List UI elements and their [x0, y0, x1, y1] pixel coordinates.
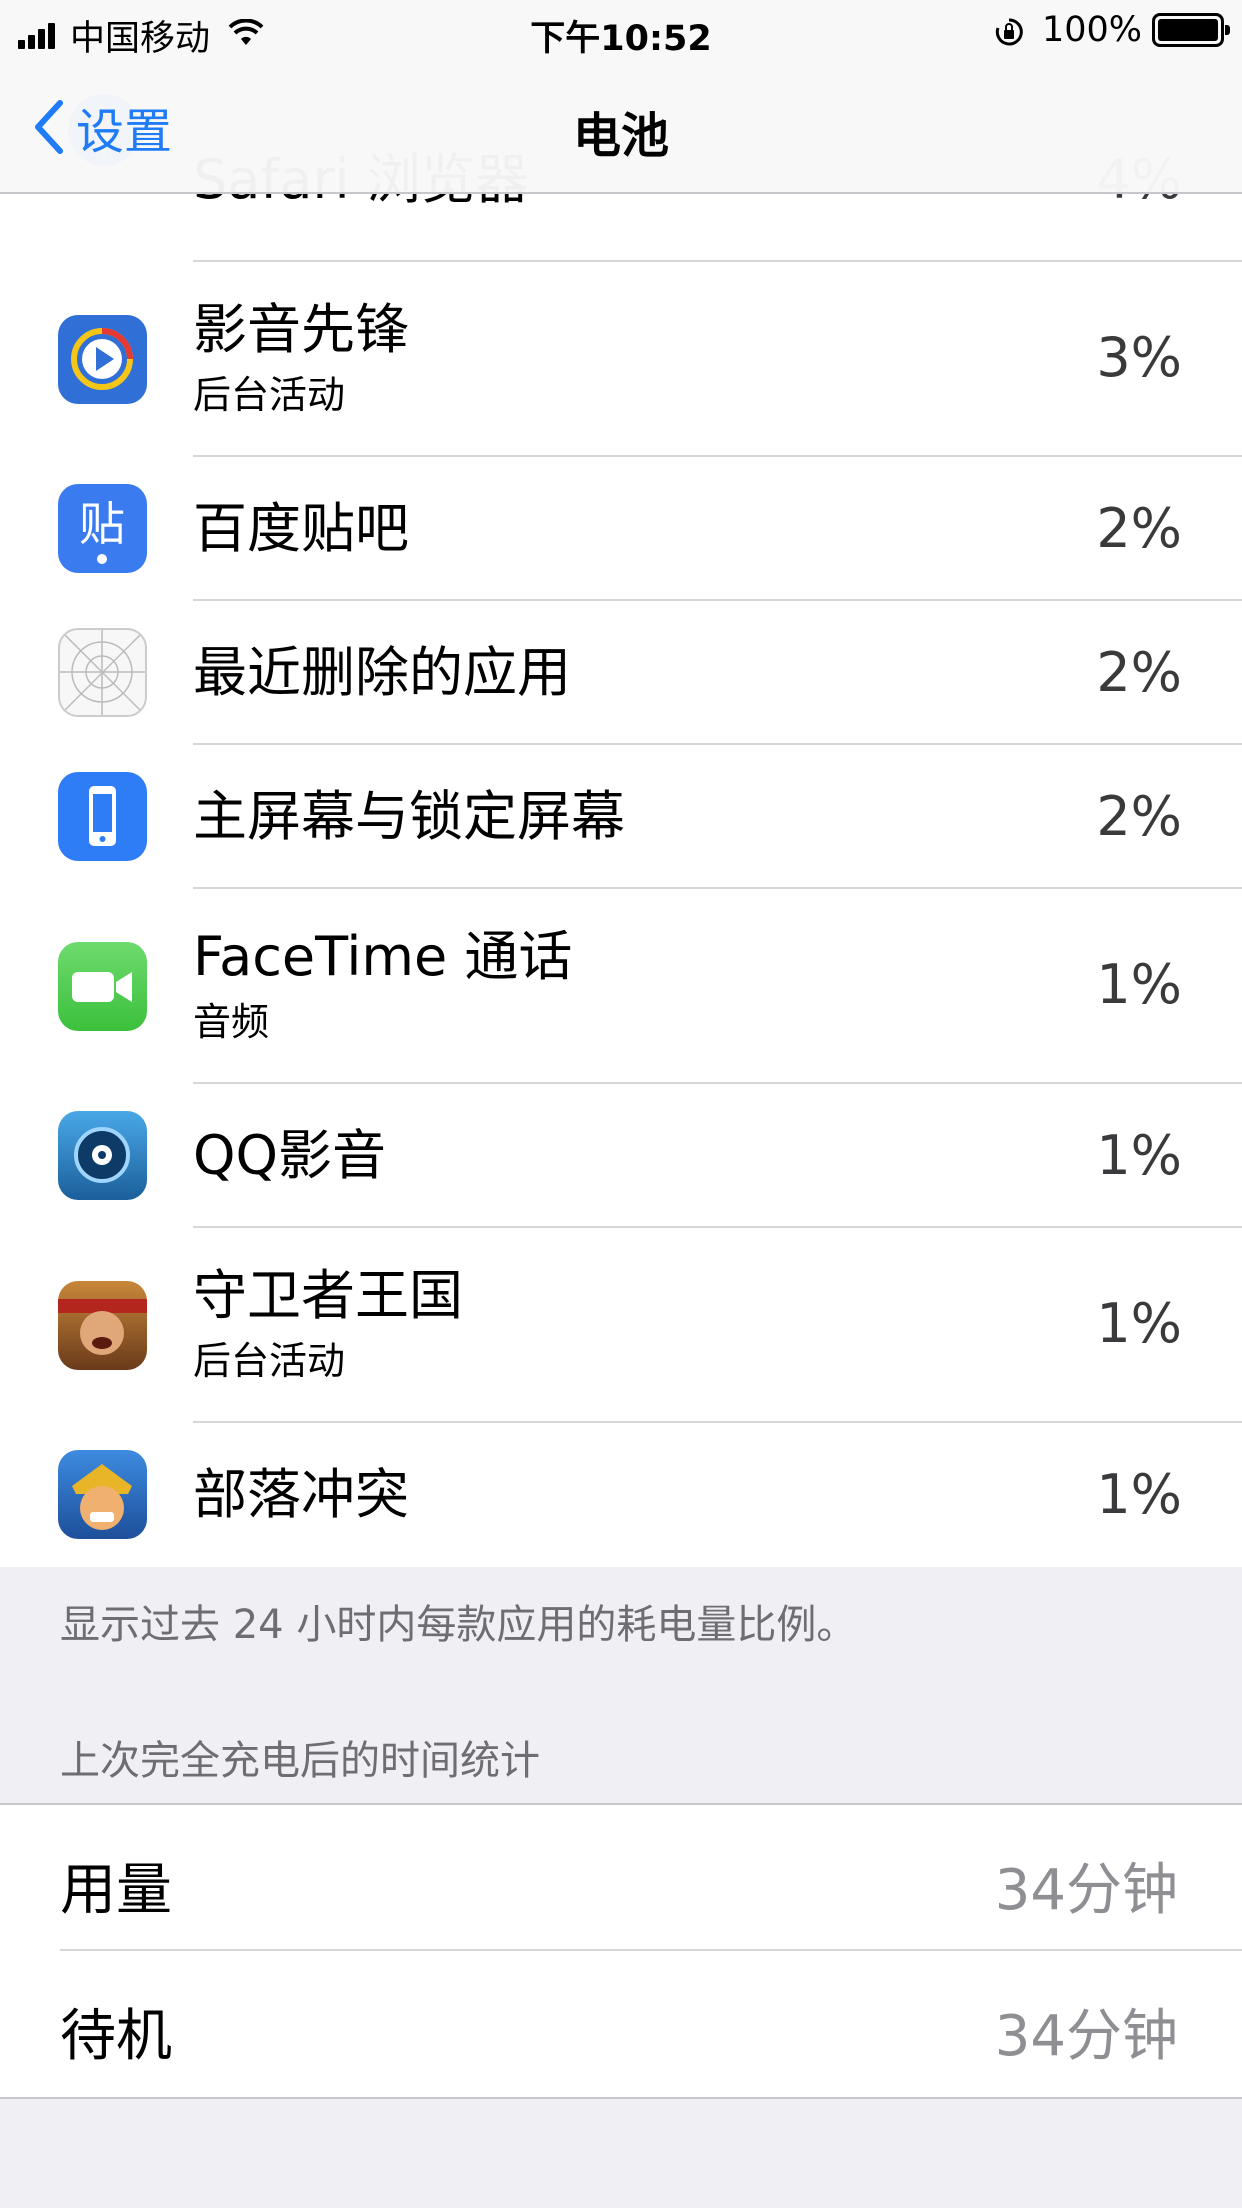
facetime-icon	[58, 942, 147, 1031]
app-name: 最近删除的应用	[193, 641, 571, 704]
game-warrior-icon	[58, 1281, 147, 1370]
deleted-app-icon	[58, 628, 147, 717]
battery-level-fill	[1158, 19, 1218, 41]
svg-text:贴: 贴	[79, 497, 125, 551]
section-header: 上次完全充电后的时间统计	[60, 1738, 540, 1784]
app-name: 百度贴吧	[193, 497, 409, 560]
clash-of-clans-icon	[58, 1450, 147, 1539]
stat-label: 待机	[60, 2004, 172, 2069]
app-percent: 3%	[1096, 326, 1182, 389]
app-percent: 2%	[1096, 497, 1182, 560]
list-item[interactable]: 最近删除的应用 2%	[0, 601, 1242, 745]
time-stats-group: 用量 34分钟 待机 34分钟	[0, 1803, 1242, 2099]
stat-value: 34分钟	[994, 1858, 1178, 1923]
stat-row-usage: 用量 34分钟	[0, 1805, 1242, 1951]
list-item[interactable]: 主屏幕与锁定屏幕 2%	[0, 745, 1242, 889]
status-bar: 中国移动 下午10:52 100%	[0, 0, 1242, 60]
stat-value: 34分钟	[994, 2004, 1178, 2069]
stat-label: 用量	[60, 1858, 172, 1923]
app-percent: 1%	[1096, 1124, 1182, 1187]
video-player-icon	[58, 315, 147, 404]
top-bar: 中国移动 下午10:52 100% 设置 电池	[0, 0, 1242, 194]
battery-usage-list: Safari 浏览器 4% 影音先锋 后台活动 3% 贴	[0, 84, 1242, 1567]
list-item[interactable]: FaceTime 通话 音频 1%	[0, 889, 1242, 1084]
list-item[interactable]: 贴 百度贴吧 2%	[0, 457, 1242, 601]
list-item[interactable]: QQ影音 1%	[0, 1084, 1242, 1228]
app-percent: 2%	[1096, 785, 1182, 848]
list-item[interactable]: 部落冲突 1%	[0, 1423, 1242, 1567]
app-subtitle: 音频	[193, 1000, 270, 1044]
app-name: 部落冲突	[193, 1463, 409, 1526]
list-item[interactable]: 守卫者王国 后台活动 1%	[0, 1228, 1242, 1423]
rotation-lock-icon	[994, 15, 1024, 46]
app-name: 守卫者王国	[193, 1264, 463, 1327]
stat-row-standby: 待机 34分钟	[0, 1951, 1242, 2097]
app-subtitle: 后台活动	[193, 1339, 346, 1383]
phone-screen-icon	[58, 772, 147, 861]
app-name: FaceTime 通话	[193, 925, 573, 988]
app-percent: 1%	[1096, 953, 1182, 1016]
app-name: QQ影音	[193, 1124, 387, 1187]
usage-footnote: 显示过去 24 小时内每款应用的耗电量比例。	[60, 1602, 857, 1648]
app-name: 主屏幕与锁定屏幕	[193, 785, 625, 848]
app-name: 影音先锋	[193, 298, 409, 361]
list-item[interactable]: 影音先锋 后台活动 3%	[0, 262, 1242, 457]
app-percent: 1%	[1096, 1292, 1182, 1355]
baidu-tieba-icon: 贴	[58, 484, 147, 573]
app-subtitle: 后台活动	[193, 373, 346, 417]
page-title: 电池	[572, 108, 669, 164]
app-percent: 1%	[1096, 1463, 1182, 1526]
app-percent: 2%	[1096, 641, 1182, 704]
battery-percent: 100%	[1041, 10, 1142, 50]
battery-icon	[1152, 13, 1230, 47]
qq-player-icon	[58, 1111, 147, 1200]
navigation-bar: 设置 电池	[0, 60, 1242, 190]
